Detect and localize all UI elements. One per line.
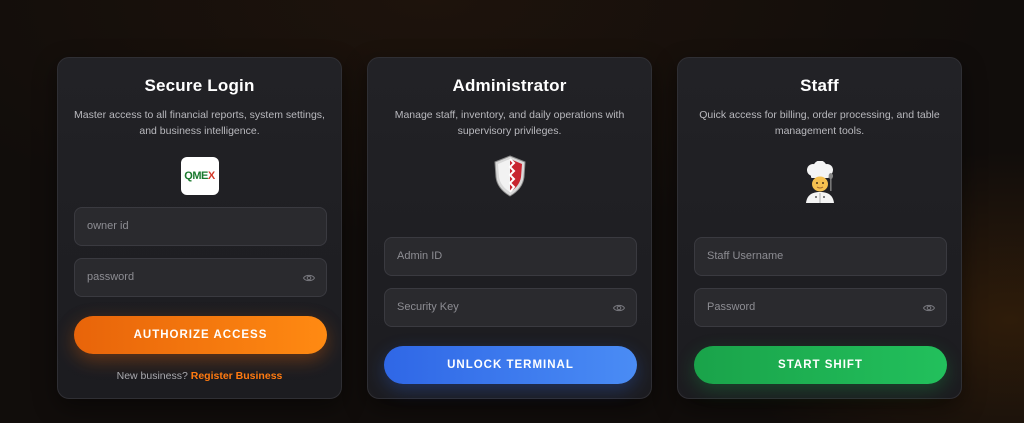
card-description: Manage staff, inventory, and daily opera… — [394, 109, 625, 137]
owner-password-input[interactable]: password — [74, 258, 327, 297]
admin-login-card: Administrator Manage staff, inventory, a… — [367, 57, 652, 399]
staff-username-placeholder: Staff Username — [707, 250, 784, 262]
owner-id-input[interactable]: owner id — [74, 207, 327, 246]
staff-password-placeholder: Password — [707, 301, 756, 313]
owner-id-placeholder: owner id — [87, 220, 129, 232]
card-description: Master access to all financial reports, … — [74, 109, 325, 137]
eye-icon[interactable] — [613, 302, 625, 314]
card-description: Quick access for billing, order processi… — [699, 109, 940, 137]
shield-icon — [493, 155, 526, 197]
eye-icon[interactable] — [303, 272, 315, 284]
admin-id-placeholder: Admin ID — [397, 250, 443, 262]
staff-login-card: Staff Quick access for billing, order pr… — [677, 57, 962, 399]
staff-password-input[interactable]: Password — [694, 288, 947, 327]
register-business-link[interactable]: Register Business — [191, 370, 283, 382]
register-prompt: New business? — [116, 370, 188, 382]
admin-id-input[interactable]: Admin ID — [384, 237, 637, 276]
eye-icon[interactable] — [923, 302, 935, 314]
owner-password-placeholder: password — [87, 271, 135, 283]
authorize-access-button[interactable]: AUTHORIZE ACCESS — [74, 316, 327, 354]
owner-login-card: Secure Login Master access to all financ… — [57, 57, 342, 399]
qmex-logo: QME X — [180, 157, 219, 195]
register-line: New business? Register Business — [58, 370, 341, 382]
unlock-terminal-button[interactable]: UNLOCK TERMINAL — [384, 346, 637, 384]
staff-username-input[interactable]: Staff Username — [694, 237, 947, 276]
security-key-input[interactable]: Security Key — [384, 288, 637, 327]
card-title: Staff — [800, 76, 839, 95]
security-key-placeholder: Security Key — [397, 301, 459, 313]
card-title: Secure Login — [144, 76, 255, 95]
chef-icon — [805, 161, 834, 203]
card-title: Administrator — [452, 76, 567, 95]
start-shift-button[interactable]: START SHIFT — [694, 346, 947, 384]
